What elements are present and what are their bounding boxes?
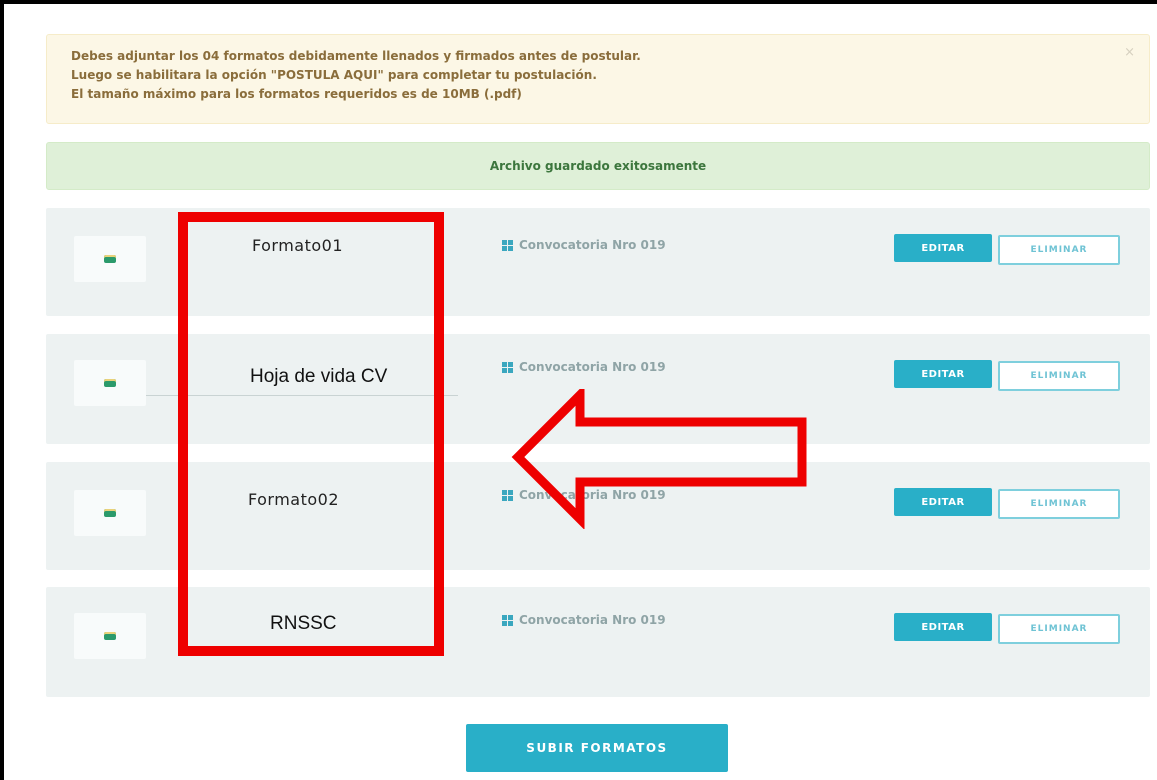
success-alert: Archivo guardado exitosamente: [46, 142, 1150, 190]
file-thumbnail[interactable]: [74, 613, 146, 659]
convocatoria-text: Convocatoria Nro 019: [519, 613, 666, 627]
delete-button[interactable]: ELIMINAR: [998, 235, 1120, 265]
delete-button[interactable]: ELIMINAR: [998, 361, 1120, 391]
convocatoria-label: Convocatoria Nro 019: [502, 360, 666, 374]
file-thumbnail[interactable]: [74, 490, 146, 536]
annotation-arrow-left-icon: [511, 389, 807, 529]
annotation-highlight-box: [178, 212, 444, 656]
grid-icon: [502, 361, 513, 373]
warning-alert: Debes adjuntar los 04 formatos debidamen…: [46, 34, 1150, 124]
edit-button[interactable]: EDITAR: [894, 613, 992, 641]
edit-button[interactable]: EDITAR: [894, 360, 992, 388]
file-thumbnail[interactable]: [74, 236, 146, 282]
page-frame: Debes adjuntar los 04 formatos debidamen…: [0, 0, 1157, 780]
file-icon: [104, 379, 116, 387]
grid-icon: [502, 614, 513, 626]
edit-button[interactable]: EDITAR: [894, 234, 992, 262]
convocatoria-text: Convocatoria Nro 019: [519, 238, 666, 252]
convocatoria-text: Convocatoria Nro 019: [519, 360, 666, 374]
submit-formats-button[interactable]: SUBIR FORMATOS: [466, 724, 728, 772]
edit-button[interactable]: EDITAR: [894, 488, 992, 516]
warning-line-3: El tamaño máximo para los formatos reque…: [71, 87, 522, 101]
delete-button[interactable]: ELIMINAR: [998, 489, 1120, 519]
file-icon: [104, 509, 116, 517]
file-thumbnail[interactable]: [74, 360, 146, 406]
convocatoria-label: Convocatoria Nro 019: [502, 238, 666, 252]
file-icon: [104, 632, 116, 640]
file-icon: [104, 255, 116, 263]
delete-button[interactable]: ELIMINAR: [998, 614, 1120, 644]
grid-icon: [502, 239, 513, 251]
convocatoria-label: Convocatoria Nro 019: [502, 613, 666, 627]
close-icon[interactable]: ×: [1124, 45, 1135, 60]
warning-line-2: Luego se habilitara la opción "POSTULA A…: [71, 68, 597, 82]
warning-line-1: Debes adjuntar los 04 formatos debidamen…: [71, 49, 641, 63]
